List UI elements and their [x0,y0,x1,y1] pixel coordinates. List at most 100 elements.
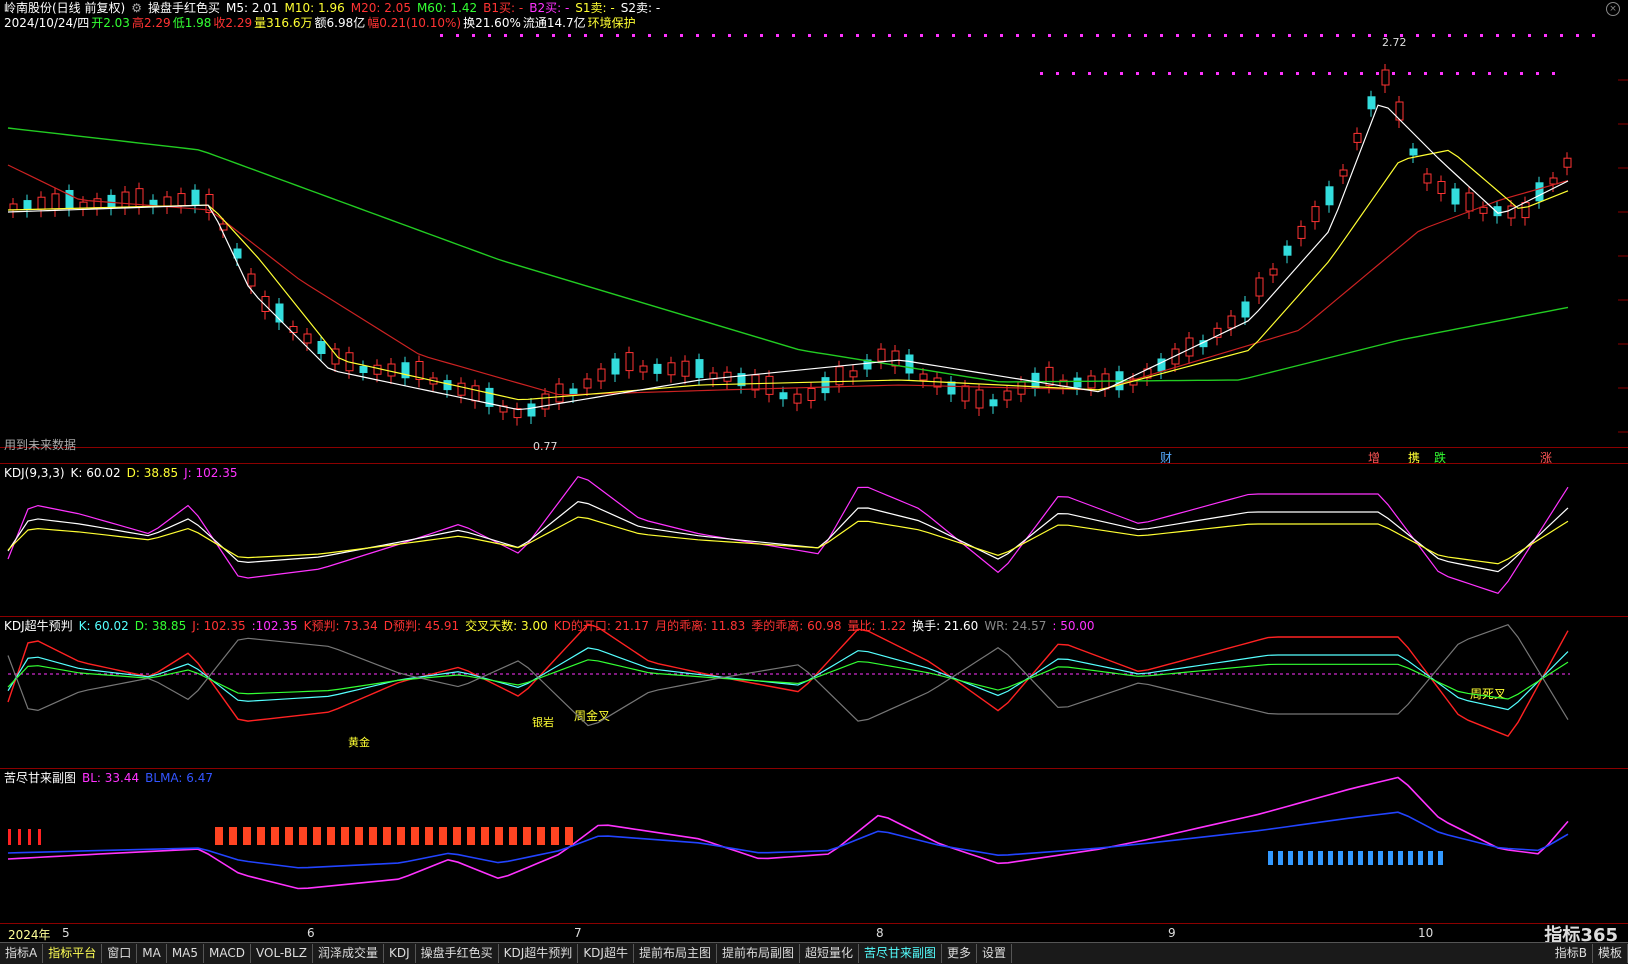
signal-dot [456,34,459,37]
kjgl-pane[interactable]: 苦尽甘来副图 BL: 33.44 BLMA: 6.47 [0,769,1628,924]
candle-body [1423,173,1432,184]
signal-dot [1192,34,1195,37]
signal-dot [1376,72,1379,75]
candlestick-chart[interactable] [0,0,1628,448]
warning-bar [1408,851,1413,865]
tab-kdj-super[interactable]: KDJ超牛 [578,944,634,963]
tab-early-layout-main[interactable]: 提前布局主图 [634,944,717,963]
signal-dot [1400,34,1403,37]
tab-runze-volume[interactable]: 润泽成交量 [313,944,384,963]
oversold-bar [397,827,405,845]
kdj-pane[interactable]: KDJ(9,3,3) K: 60.02 D: 38.85 J: 102.35 [0,463,1628,617]
kdj-super-pane[interactable]: KDJ超牛预判 K: 60.02 D: 38.85 J: 102.35:102.35 K… [0,617,1628,769]
oversold-bar [257,827,265,845]
signal-dot [984,34,987,37]
tab-window[interactable]: 窗口 [102,944,138,963]
signal-dot [1216,72,1219,75]
oversold-bar [215,827,223,845]
tab-kdj-super-predict[interactable]: KDJ超牛预判 [499,944,579,963]
candle-body [751,374,760,391]
candle-body [247,273,256,287]
tab-indicator-platform[interactable]: 指标平台 [43,944,103,963]
warning-bar [1268,851,1273,865]
signal-dot [1240,34,1243,37]
candle-body [163,196,172,207]
indicator-tab-bar: 指标A 指标平台 窗口 MA MA5 MACD VOL-BLZ 润泽成交量 KD… [0,942,1628,964]
signal-dot [744,34,747,37]
signal-dot [1088,72,1091,75]
signal-dot [520,34,523,37]
signal-dot [1408,72,1411,75]
kdj-j-line [7,475,1569,595]
signal-dot [936,34,939,37]
signal-dot [1552,72,1555,75]
axis-month: 6 [307,926,315,940]
signal-dot [1312,72,1315,75]
warning-bar [1388,851,1393,865]
candle-body [919,373,928,381]
signal-dot [856,34,859,37]
tab-template[interactable]: 模板 [1593,944,1628,963]
tab-indicator-b[interactable]: 指标B [1550,944,1593,963]
oversold-bar [229,827,237,845]
candle-body [975,389,984,409]
oversold-bar [509,827,517,845]
signal-dot [1144,34,1147,37]
tab-vol-blz[interactable]: VOL-BLZ [251,944,313,963]
candle-body [877,348,886,362]
warning-bar [1418,851,1423,865]
signal-dot [1288,34,1291,37]
signal-dot [440,34,443,37]
tab-kjgl-sub[interactable]: 苦尽甘来副图 [859,944,943,963]
tab-indicator-a[interactable]: 指标A [0,944,44,963]
candle-body [779,392,788,400]
warning-bar [1438,851,1443,865]
signal-dot [552,34,555,37]
warning-bar [1318,851,1323,865]
tab-early-layout-sub[interactable]: 提前布局副图 [717,944,800,963]
kjgl-chart[interactable] [0,769,1628,924]
signal-dot [1112,34,1115,37]
warning-bar [1368,851,1373,865]
tab-more[interactable]: 更多 [942,944,978,963]
tab-trader-red-buy[interactable]: 操盘手红色买 [416,944,499,963]
candle-body [1353,132,1362,143]
tab-kdj[interactable]: KDJ [384,944,416,963]
oversold-bar [383,827,391,845]
candle-body [1241,301,1250,318]
tab-ma[interactable]: MA [137,944,167,963]
warning-bar [1278,851,1283,865]
red-bar [8,829,11,845]
candle-body [849,370,858,378]
signal-dot [1248,72,1251,75]
tab-ma5[interactable]: MA5 [167,944,205,963]
candle-body [1535,182,1544,202]
candle-body [1339,169,1348,177]
tab-settings[interactable]: 设置 [977,944,1013,963]
main-chart-pane[interactable]: 岭南股份(日线 前复权) ⚙ 操盘手红色买 M5: 2.01 M10: 1.96 M20:… [0,0,1628,465]
tab-macd[interactable]: MACD [204,944,251,963]
ma10-line [7,149,1569,401]
candle-body [961,385,970,402]
warning-bar [1398,851,1403,865]
ma20-line [7,164,1569,396]
tab-short-quant[interactable]: 超短量化 [800,944,860,963]
signal-dot [792,34,795,37]
candle-body [1367,96,1376,110]
candle-body [947,381,956,395]
axis-month: 10 [1418,926,1434,940]
signal-dot [1480,34,1483,37]
warning-bar [1298,851,1303,865]
signal-dot [1200,72,1203,75]
kdj-super-chart[interactable] [0,617,1628,769]
candle-body [23,200,32,211]
kdj-k-line [7,500,1569,573]
axis-month: 9 [1168,926,1176,940]
candle-body [1465,192,1474,212]
kdjs-j-line [7,623,1569,738]
axis-month: 8 [876,926,884,940]
signal-dot [1272,34,1275,37]
kdj-chart[interactable] [0,464,1628,618]
candle-body [583,378,592,389]
signal-dot [1472,72,1475,75]
